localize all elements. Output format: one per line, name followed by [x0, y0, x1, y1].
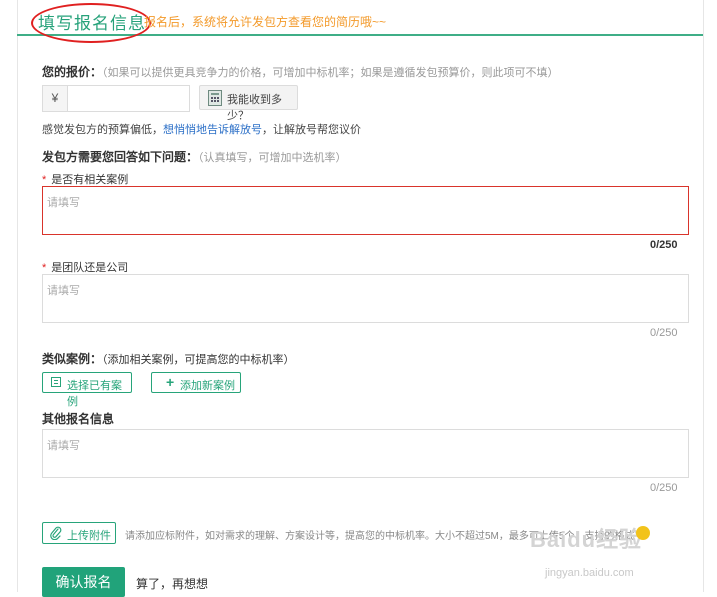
- cases-hint: （添加相关案例，可提高您的中标机率）: [102, 354, 295, 366]
- other-info-counter: 0/250: [650, 482, 678, 494]
- calculator-icon: [208, 90, 222, 106]
- question-2-label: * 是团队还是公司: [42, 259, 128, 275]
- question-1-counter: 0/250: [650, 239, 678, 251]
- price-section-label: 您的报价：（如果可以提供更具竞争力的价格，可增加中标机率；如果是遵循发包预算价，…: [42, 63, 559, 80]
- negotiation-link[interactable]: 想悄悄地告诉解放号: [163, 124, 262, 136]
- calculate-income-button[interactable]: 我能收到多少？: [199, 85, 298, 122]
- other-info-textarea[interactable]: [42, 429, 689, 478]
- select-existing-case-button[interactable]: 选择已有案例: [42, 372, 132, 408]
- select-existing-case-label: 选择已有案例: [67, 380, 122, 408]
- add-new-case-label: 添加新案例: [180, 380, 235, 392]
- upload-attachment-button[interactable]: 上传附件: [42, 522, 116, 544]
- cancel-link[interactable]: 算了，再想想: [136, 575, 208, 592]
- list-icon: [51, 377, 61, 387]
- cases-section-label: 类似案例：（添加相关案例，可提高您的中标机率）: [42, 350, 295, 367]
- cases-label: 类似案例：: [42, 352, 103, 366]
- price-hint: （如果可以提供更具竞争力的价格，可增加中标机率；如果是遵循发包预算价，则此项可不…: [102, 67, 559, 79]
- tip-suffix: ，让解放号帮您议价: [262, 124, 361, 136]
- annotation-ellipse: [31, 3, 151, 43]
- required-mark: *: [42, 174, 47, 186]
- questions-hint: （认真填写，可增加中选机率）: [198, 152, 347, 164]
- questions-section-label: 发包方需要您回答如下问题：（认真填写，可增加中选机率）: [42, 148, 347, 165]
- required-mark: *: [42, 262, 47, 274]
- price-label: 您的报价：: [42, 65, 103, 79]
- question-2-text: 是团队还是公司: [51, 262, 129, 274]
- plus-icon: +: [166, 374, 175, 390]
- tip-prefix: 感觉发包方的预算偏低，: [42, 124, 163, 136]
- questions-label: 发包方需要您回答如下问题：: [42, 150, 199, 164]
- currency-prefix: ¥: [43, 86, 68, 111]
- baidu-watermark: Baidu经验: [530, 527, 643, 552]
- other-info-label: 其他报名信息: [42, 412, 115, 426]
- watermark-url: jingyan.baidu.com: [545, 567, 634, 579]
- question-1-text: 是否有相关案例: [51, 174, 129, 186]
- paperclip-icon: [50, 526, 62, 543]
- calculate-income-label: 我能收到多少？: [227, 94, 282, 122]
- question-1-textarea[interactable]: [42, 186, 689, 235]
- price-field: ¥: [42, 85, 190, 112]
- negotiation-tip: 感觉发包方的预算偏低，想悄悄地告诉解放号，让解放号帮您议价: [42, 121, 361, 137]
- paw-logo-icon: [636, 526, 650, 540]
- question-2-counter: 0/250: [650, 327, 678, 339]
- price-input[interactable]: [68, 86, 186, 109]
- question-2-textarea[interactable]: [42, 274, 689, 323]
- question-1-label: * 是否有相关案例: [42, 171, 128, 187]
- confirm-signup-button[interactable]: 确认报名: [42, 567, 125, 597]
- upload-attachment-label: 上传附件: [67, 530, 111, 542]
- add-new-case-button[interactable]: + 添加新案例: [151, 372, 241, 393]
- header-notice: 报名后，系统将允许发包方查看您的简历哦~~: [144, 15, 387, 29]
